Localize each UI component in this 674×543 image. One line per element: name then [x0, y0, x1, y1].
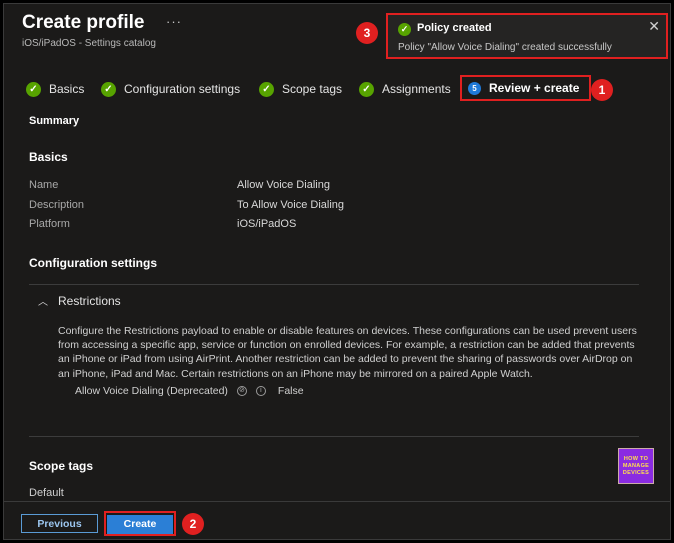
platform-label: Platform: [29, 218, 70, 230]
annotation-badge-1: 1: [591, 79, 613, 101]
logo-line: DEVICES: [622, 469, 650, 476]
page-subtitle: iOS/iPadOS - Settings catalog: [22, 38, 156, 49]
step-label: Basics: [49, 82, 85, 96]
restrictions-description: Configure the Restrictions payload to en…: [58, 325, 637, 380]
page-title: Create profile: [22, 12, 145, 33]
basics-heading: Basics: [29, 150, 68, 164]
how-to-manage-devices-logo: HOW TO MANAGE DEVICES: [618, 448, 654, 484]
scope-tags-heading: Scope tags: [29, 459, 94, 473]
check-circle-icon: ✓: [26, 81, 41, 97]
create-button-highlight: Create: [104, 511, 176, 536]
description-label: Description: [29, 199, 85, 211]
notification-title: Policy created: [417, 22, 492, 34]
platform-value: iOS/iPadOS: [237, 218, 297, 230]
close-icon[interactable]: ✕: [648, 19, 660, 33]
deprecated-icon: ⊘: [236, 386, 247, 396]
restrictions-label: Restrictions: [58, 293, 121, 308]
name-value: Allow Voice Dialing: [237, 179, 330, 191]
success-check-icon: ✓: [398, 23, 411, 36]
logo-line: HOW TO: [623, 455, 649, 462]
create-button[interactable]: Create: [107, 514, 173, 534]
step-scope-tags[interactable]: ✓ Scope tags: [259, 78, 342, 100]
step-label: Assignments: [382, 82, 451, 96]
setting-name: Allow Voice Dialing (Deprecated): [75, 385, 228, 397]
check-circle-icon: ✓: [101, 81, 116, 97]
wizard-steps: ✓ Basics ✓ Configuration settings ✓ Scop…: [26, 75, 646, 101]
chevron-up-icon: ︿: [38, 297, 48, 308]
step-basics[interactable]: ✓ Basics: [26, 78, 84, 100]
divider: [29, 436, 639, 437]
configuration-settings-heading: Configuration settings: [29, 256, 157, 270]
scope-tag-value: Default: [29, 487, 64, 499]
check-circle-icon: ✓: [259, 81, 274, 97]
logo-line: MANAGE: [622, 462, 650, 469]
create-profile-panel: Create profile ··· iOS/iPadOS - Settings…: [3, 3, 671, 540]
step-configuration-settings[interactable]: ✓ Configuration settings: [101, 78, 240, 100]
policy-created-notification: ✓ Policy created Policy "Allow Voice Dia…: [386, 13, 668, 59]
name-label: Name: [29, 179, 59, 191]
info-icon[interactable]: i: [255, 386, 266, 396]
summary-heading: Summary: [29, 115, 80, 127]
divider: [29, 284, 639, 285]
step-number-icon: 5: [468, 81, 481, 95]
step-label: Configuration settings: [124, 82, 241, 96]
annotation-badge-3: 3: [356, 22, 378, 44]
step-review-create[interactable]: 5 Review + create: [460, 75, 592, 101]
check-circle-icon: ✓: [359, 81, 374, 97]
restrictions-group-toggle[interactable]: ︿ Restrictions: [38, 293, 121, 309]
more-options-icon[interactable]: ···: [166, 14, 182, 29]
setting-row: Allow Voice Dialing (Deprecated) ⊘ i Fal…: [75, 385, 304, 397]
previous-button[interactable]: Previous: [21, 514, 98, 533]
description-value: To Allow Voice Dialing: [237, 199, 345, 211]
annotation-badge-2: 2: [182, 513, 204, 535]
step-assignments[interactable]: ✓ Assignments: [359, 78, 451, 100]
footer-bar: Previous Create 2: [4, 501, 670, 539]
setting-value: False: [277, 385, 304, 397]
step-label: Review + create: [489, 81, 580, 95]
step-label: Scope tags: [282, 82, 343, 96]
notification-message: Policy "Allow Voice Dialing" created suc…: [398, 42, 612, 53]
